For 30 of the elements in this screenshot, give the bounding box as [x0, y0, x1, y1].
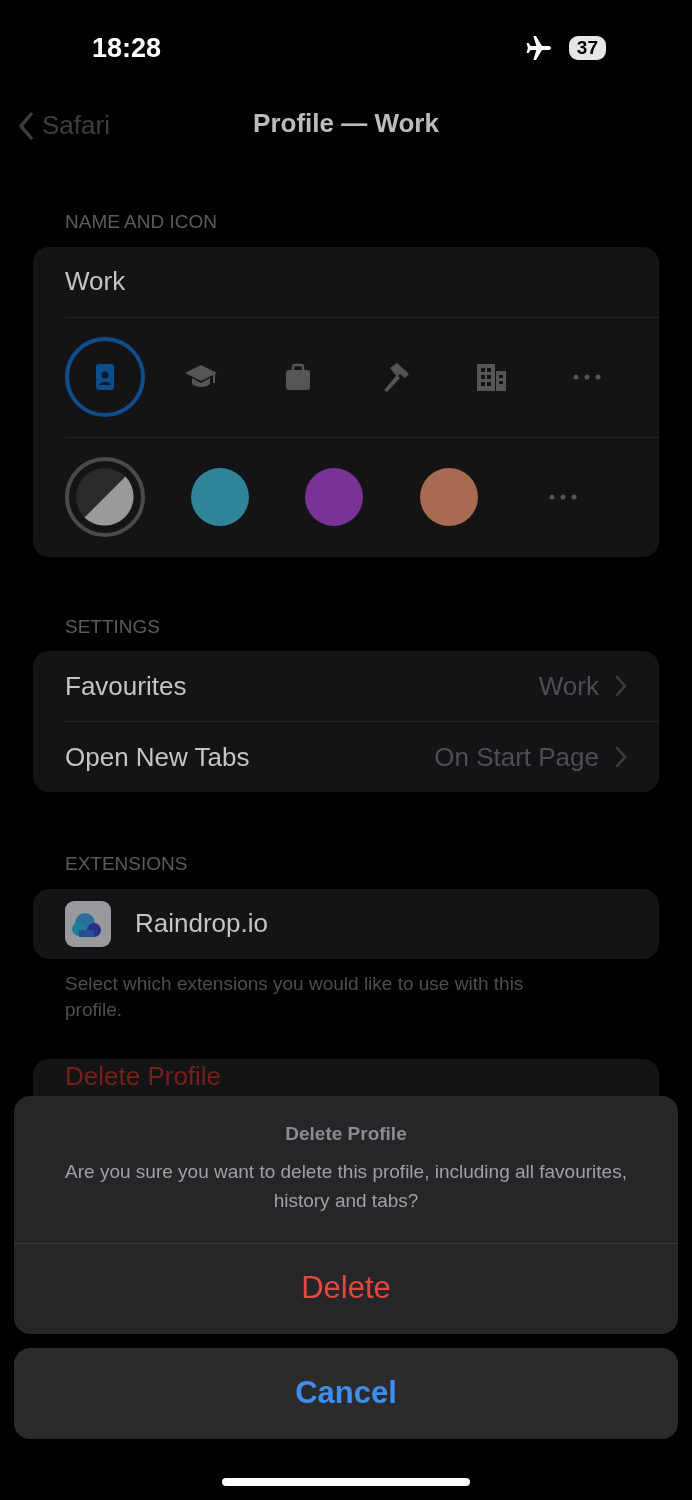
chevron-right-icon: [615, 746, 627, 768]
row-label: Favourites: [65, 669, 187, 703]
delete-label: Delete Profile: [65, 1060, 222, 1091]
status-time: 18:28: [92, 31, 162, 65]
settings-row[interactable]: Open New Tabs On Start Page: [33, 722, 659, 792]
extension-row[interactable]: Raindrop.io: [33, 888, 659, 959]
delete-button[interactable]: Delete: [14, 1242, 678, 1334]
extension-name: Raindrop.io: [135, 907, 268, 940]
settings-row[interactable]: Favourites Work: [33, 651, 659, 721]
cancel-button[interactable]: Cancel: [14, 1347, 678, 1439]
profile-name[interactable]: Work: [65, 262, 126, 301]
footer-text: Select which extensions you would like to use with this profile.: [64, 971, 525, 1022]
more-icon: [572, 374, 601, 380]
airplane-icon: [524, 34, 553, 62]
row-value: Work: [538, 669, 599, 703]
sheet-message: Are you sure you want to delete this profile, including all favourites, history and tabs?: [64, 1159, 628, 1213]
chevron-left-icon: [18, 111, 34, 140]
chevron-right-icon: [615, 675, 627, 697]
row-label: Open New Tabs: [65, 740, 250, 774]
section-header: SETTINGS: [64, 614, 161, 639]
color-option[interactable]: [65, 457, 145, 537]
more-icon: [549, 494, 577, 500]
section-header: NAME AND ICON: [64, 210, 219, 234]
section-header: EXTENSIONS: [64, 852, 189, 876]
split-color-swatch: [76, 468, 134, 526]
nav-title: Profile — Work: [253, 106, 439, 140]
icon-option[interactable]: [65, 337, 145, 417]
battery-level: 37: [568, 36, 606, 60]
cloud-app-icon: [65, 900, 111, 947]
row-value: On Start Page: [434, 740, 599, 774]
